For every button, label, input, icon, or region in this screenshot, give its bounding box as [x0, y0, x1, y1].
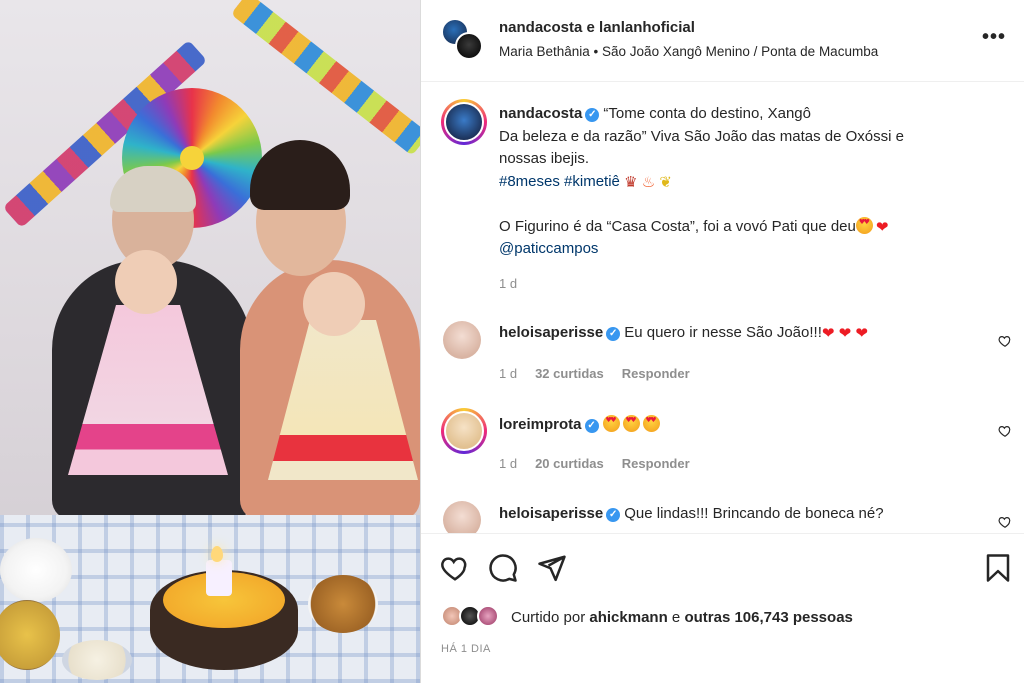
- post-caption: nandacosta ✓ “Tome conta do destino, Xangô…: [499, 103, 999, 261]
- avatar[interactable]: [441, 408, 487, 454]
- comment-time[interactable]: 1 d: [499, 456, 517, 471]
- verified-icon: ✓: [584, 419, 599, 433]
- verified-icon: ✓: [585, 108, 600, 122]
- bookmark-icon[interactable]: [983, 553, 1013, 583]
- comment-text: Que lindas!!! Brincando de boneca né?: [624, 505, 884, 522]
- post-authors[interactable]: nandacosta e lanlanhoficial: [499, 19, 695, 36]
- caption-line: Da beleza e da razão” Viva São João das …: [499, 127, 904, 145]
- reply-button[interactable]: Responder: [622, 456, 690, 471]
- caption-username[interactable]: nandacosta: [499, 105, 582, 122]
- adult-right-hair: [250, 140, 350, 210]
- likes-middle: e: [671, 609, 681, 626]
- audio-track[interactable]: Maria Bethânia • São João Xangô Menino /…: [499, 44, 878, 59]
- owl-emoji-icon: ♛: [624, 172, 638, 191]
- mention-link[interactable]: @paticcampos: [499, 240, 598, 257]
- candle-flame: [211, 546, 223, 562]
- comments-area: nandacosta ✓ “Tome conta do destino, Xangô…: [421, 83, 1024, 533]
- plates: [0, 538, 72, 602]
- comment-like-icon[interactable]: [998, 424, 1012, 438]
- reply-button[interactable]: Responder: [622, 366, 690, 381]
- avatar[interactable]: [477, 605, 499, 627]
- post-side-panel: nandacosta e lanlanhoficial Maria Bethân…: [421, 0, 1024, 683]
- corn-emoji-icon: ❦: [659, 172, 672, 191]
- snack-bowl: [308, 575, 378, 633]
- liked-by-user[interactable]: ahickmann: [589, 609, 667, 626]
- likes-summary[interactable]: Curtido por ahickmann e outras 106,743 p…: [511, 609, 853, 626]
- comment-like-icon[interactable]: [998, 334, 1012, 348]
- post-photo[interactable]: [0, 0, 420, 683]
- hashtags[interactable]: #8meses #kimetiê: [499, 173, 620, 190]
- comment-likes[interactable]: 32 curtidas: [535, 366, 604, 381]
- heart-eyes-emoji-icon: [642, 415, 660, 432]
- cheese-bowl: [62, 640, 132, 680]
- baby-right-head: [303, 272, 365, 336]
- post-date[interactable]: HÁ 1 DIA: [441, 643, 491, 655]
- comment-text: Eu quero ir nesse São João!!!: [624, 324, 822, 341]
- heart-eyes-emoji-icon: [602, 415, 620, 432]
- avatar[interactable]: [443, 321, 481, 359]
- more-options-icon[interactable]: •••: [982, 26, 1006, 49]
- likes-count[interactable]: outras 106,743 pessoas: [684, 609, 852, 626]
- comment-body: loreimprota ✓: [499, 415, 663, 433]
- comment-meta: 1 d 20 curtidas Responder: [499, 456, 708, 471]
- fire-emoji-icon: ♨: [641, 172, 656, 191]
- comment-body: heloisaperisse ✓ Que lindas!!! Brincando d…: [499, 505, 884, 522]
- caption-line: nossas ibejis.: [499, 150, 590, 167]
- comment-like-icon[interactable]: [998, 515, 1012, 529]
- red-heart-emoji-icon: ❤: [821, 324, 835, 342]
- comment-username[interactable]: heloisaperisse: [499, 505, 603, 522]
- comment-meta: 1 d 32 curtidas Responder: [499, 366, 708, 381]
- comment-body: heloisaperisse ✓ Eu quero ir nesse São Joã…: [499, 324, 868, 341]
- verified-icon: ✓: [606, 508, 621, 522]
- caption-time[interactable]: 1 d: [499, 276, 517, 291]
- comment-likes[interactable]: 20 curtidas: [535, 456, 604, 471]
- comment-icon[interactable]: [488, 553, 518, 583]
- heart-eyes-emoji-icon: [855, 216, 873, 234]
- avatar[interactable]: [455, 32, 483, 60]
- red-heart-emoji-icon: ❤: [855, 324, 868, 342]
- caption-line: “Tome conta do destino, Xangô: [603, 105, 811, 122]
- share-icon[interactable]: [537, 553, 567, 583]
- heart-icon[interactable]: [440, 553, 470, 583]
- verified-icon: ✓: [606, 327, 621, 341]
- likes-prefix: Curtido por: [511, 609, 586, 626]
- comment-time[interactable]: 1 d: [499, 366, 517, 381]
- comment-username[interactable]: heloisaperisse: [499, 324, 603, 341]
- avatar[interactable]: [443, 501, 481, 533]
- heart-eyes-emoji-icon: [622, 415, 640, 432]
- baby-left-head: [115, 250, 177, 314]
- red-heart-emoji-icon: ❤: [838, 324, 852, 342]
- candle: [206, 560, 232, 596]
- paper-garland: [230, 0, 420, 156]
- caption-line: O Figurino é da “Casa Costa”, foi a vovó…: [499, 217, 856, 235]
- collab-avatars[interactable]: [441, 18, 483, 60]
- avatar[interactable]: [441, 99, 487, 145]
- red-heart-emoji-icon: ❤: [875, 217, 889, 236]
- post-header: nandacosta e lanlanhoficial Maria Bethân…: [421, 0, 1024, 82]
- comment-username[interactable]: loreimprota: [499, 416, 582, 433]
